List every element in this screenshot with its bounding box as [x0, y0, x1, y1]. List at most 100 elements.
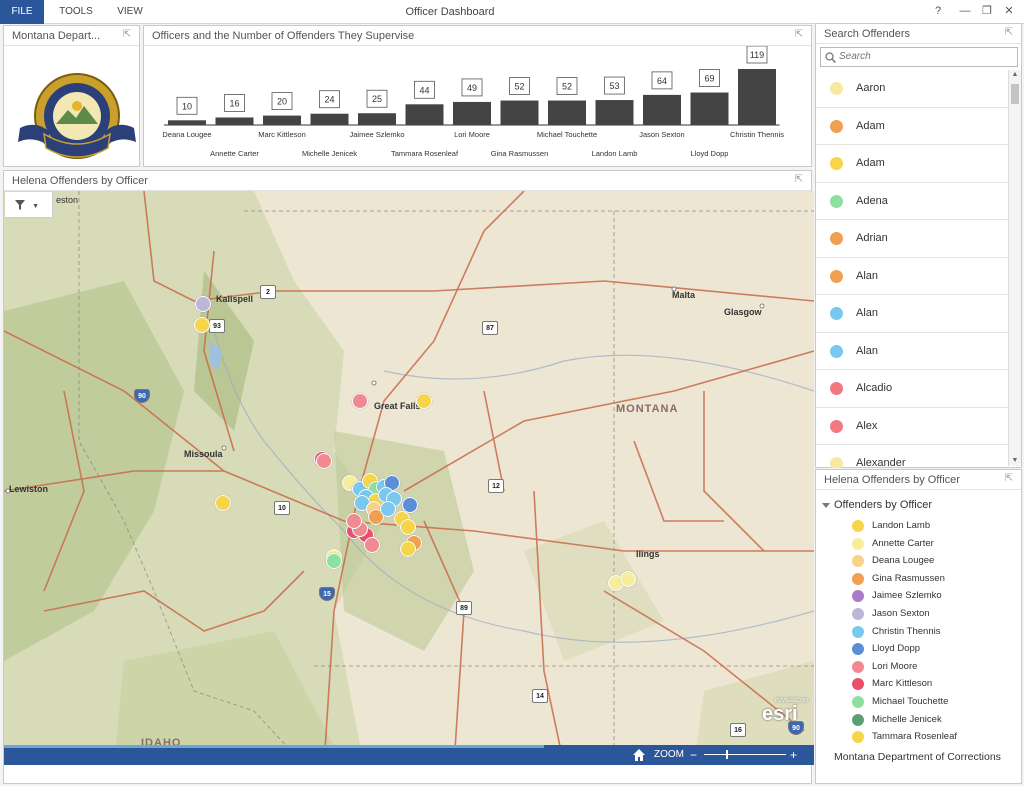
chart-bar[interactable]: [453, 101, 491, 125]
offender-map-marker[interactable]: [364, 537, 380, 553]
offender-name: Alcadio: [856, 382, 893, 394]
list-item[interactable]: Adena: [816, 183, 1008, 220]
legend-officer-name: Deana Lougee: [872, 555, 935, 567]
category-label: Lori Moore: [454, 130, 490, 139]
offender-map[interactable]: Great Falls Missoula Kalispell Lewiston …: [4, 191, 814, 765]
category-label: Jaimee Szlemko: [349, 130, 404, 139]
list-item[interactable]: Alan: [816, 258, 1008, 295]
chart-bar[interactable]: [405, 104, 444, 125]
data-label: 16: [229, 98, 239, 108]
legend-officer-name: Christin Thennis: [872, 625, 941, 637]
chart-bar[interactable]: [168, 120, 206, 125]
legend-color-dot: [852, 643, 864, 656]
offender-map-marker[interactable]: [346, 513, 362, 529]
data-label: 52: [514, 82, 524, 92]
map-label-billings: llings: [636, 549, 660, 559]
chart-title: Officers and the Number of Offenders The…: [144, 26, 811, 46]
legend-officer-name: Lori Moore: [872, 660, 918, 672]
legend-color-dot: [852, 520, 864, 532]
legend-color-dot: [852, 607, 864, 620]
officer-color-dot: [830, 157, 843, 170]
legend-heading: Offenders by Officer: [834, 499, 933, 511]
list-item[interactable]: Adrian: [816, 220, 1008, 258]
offender-list: Aaron Adam Adam Adena Adrian Alan Alan Alan Alca…: [816, 70, 1008, 468]
minimize-button[interactable]: —: [954, 0, 976, 24]
offender-map-marker[interactable]: [215, 495, 231, 511]
zoom-out-button[interactable]: −: [690, 745, 697, 765]
legend-color-dot: [852, 572, 864, 585]
list-item[interactable]: Alan: [816, 333, 1008, 370]
officer-color-dot: [830, 382, 843, 395]
chart-bar[interactable]: [358, 113, 396, 125]
zoom-slider-thumb[interactable]: [725, 750, 728, 759]
list-item[interactable]: Alex: [816, 408, 1008, 445]
pin-icon[interactable]: ⇱: [793, 29, 805, 41]
legend-officer-name: Lloyd Dopp: [872, 643, 921, 655]
search-input[interactable]: [839, 51, 1009, 62]
highway-shield-icon: 14: [532, 689, 548, 703]
data-label: 10: [182, 101, 192, 111]
category-label: Tammara Rosenleaf: [391, 149, 459, 158]
chart-bar[interactable]: [643, 94, 681, 125]
legend-color-dot: [852, 678, 864, 691]
menu-file[interactable]: FILE: [0, 0, 44, 24]
chart-bar[interactable]: [595, 100, 634, 125]
list-item[interactable]: Alcadio: [816, 370, 1008, 408]
scrollbar-thumb[interactable]: [1011, 84, 1019, 104]
offender-map-marker[interactable]: [194, 317, 210, 333]
scroll-down-icon[interactable]: ▼: [1009, 456, 1021, 466]
pin-icon[interactable]: ⇱: [1003, 473, 1015, 485]
chart-bar[interactable]: [690, 92, 729, 125]
zoom-in-button[interactable]: +: [790, 745, 797, 765]
menu-view[interactable]: VIEW: [108, 0, 152, 24]
offender-map-marker[interactable]: [316, 453, 332, 469]
offender-map-marker[interactable]: [400, 519, 416, 535]
zoom-slider[interactable]: [704, 754, 786, 755]
offenders-bar-chart: 10 Deana Lougee 16 Annette Carter 20 Marc Kit…: [162, 46, 784, 158]
restore-button[interactable]: ❐: [976, 0, 998, 24]
close-button[interactable]: ✕: [998, 0, 1020, 24]
data-label: 44: [419, 85, 429, 95]
chart-bar[interactable]: [310, 113, 349, 125]
officer-color-dot: [830, 344, 843, 358]
map-label-great-falls: Great Falls: [374, 401, 421, 411]
offender-map-marker[interactable]: [352, 393, 368, 409]
highway-shield-icon: 12: [488, 479, 504, 493]
search-panel: Search Offenders ⇱ Aaron Adam Adam Adena Adr…: [815, 23, 1022, 468]
offender-map-marker[interactable]: [326, 553, 342, 569]
list-item[interactable]: Alan: [816, 295, 1008, 333]
menu-tools[interactable]: TOOLS: [52, 0, 100, 24]
list-item[interactable]: Aaron: [816, 70, 1008, 108]
offender-map-marker[interactable]: [400, 541, 416, 557]
offender-map-marker[interactable]: [416, 393, 432, 409]
home-icon[interactable]: [632, 748, 646, 762]
offender-map-marker[interactable]: [380, 501, 396, 517]
search-box[interactable]: [820, 47, 1018, 67]
help-button[interactable]: ?: [927, 0, 949, 24]
legend-officer-name: Annette Carter: [872, 537, 934, 549]
map-label-montana: MONTANA: [616, 403, 679, 415]
chart-bar[interactable]: [548, 100, 586, 125]
pin-icon[interactable]: ⇱: [121, 29, 133, 41]
legend-color-dot: [852, 695, 864, 708]
list-item[interactable]: Adam: [816, 145, 1008, 183]
offender-map-marker[interactable]: [195, 296, 211, 312]
data-label: 52: [562, 82, 572, 92]
offender-map-marker[interactable]: [620, 571, 636, 587]
list-item[interactable]: Alexander: [816, 445, 1008, 468]
legend-color-dot: [852, 537, 864, 550]
basemap: [4, 191, 814, 765]
offender-name: Alex: [856, 419, 878, 432]
chart-bar[interactable]: [738, 69, 776, 125]
list-scrollbar[interactable]: ▲ ▼: [1008, 70, 1021, 466]
list-item[interactable]: Adam: [816, 108, 1008, 145]
chart-bar[interactable]: [500, 100, 539, 125]
scroll-up-icon[interactable]: ▲: [1009, 70, 1021, 80]
chart-bar[interactable]: [215, 117, 254, 125]
pin-icon[interactable]: ⇱: [793, 174, 805, 186]
collapse-triangle-icon[interactable]: [822, 503, 830, 508]
map-filter-button[interactable]: ▼: [5, 192, 53, 218]
chart-bar[interactable]: [263, 115, 301, 125]
highway-shield-icon: 89: [456, 601, 472, 615]
pin-icon[interactable]: ⇱: [1003, 27, 1015, 39]
